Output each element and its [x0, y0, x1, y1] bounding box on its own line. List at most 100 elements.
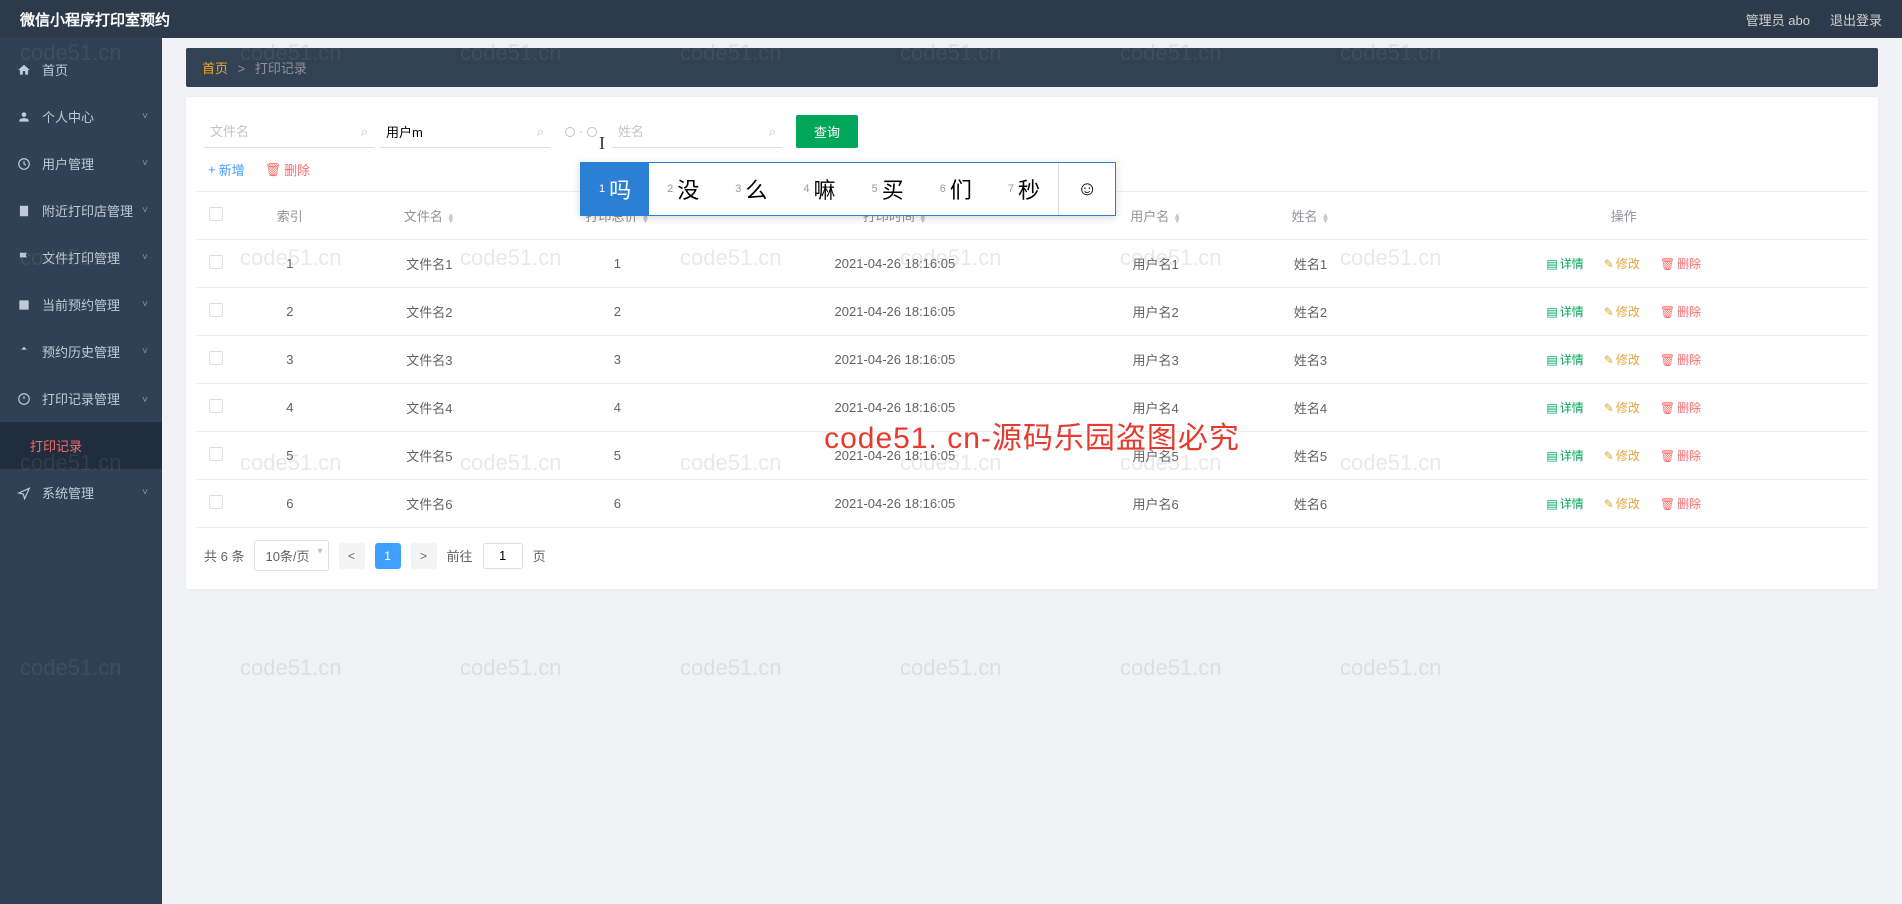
table-row: 5文件名552021-04-26 18:16:05用户名5姓名5▤ 详情✎ 修改…: [196, 432, 1868, 480]
row-delete-button[interactable]: 🗑 删除: [1660, 255, 1701, 272]
sidebar-item-首页[interactable]: 首页: [0, 46, 162, 93]
doc-icon: ▤: [1546, 401, 1557, 415]
query-button[interactable]: 查询: [796, 115, 858, 148]
sidebar-item-label: 首页: [42, 60, 68, 79]
sidebar-item-当前预约管理[interactable]: 当前预约管理 ˅: [0, 281, 162, 328]
sidebar-item-label: 系统管理: [42, 483, 94, 502]
chevron-down-icon: ˅: [142, 346, 148, 357]
row-checkbox[interactable]: [209, 351, 223, 365]
page-size-select[interactable]: 10条/页: [254, 540, 328, 571]
admin-label[interactable]: 管理员 abo: [1746, 10, 1810, 29]
row-checkbox[interactable]: [209, 255, 223, 269]
plus-icon: +: [208, 162, 216, 177]
detail-button[interactable]: ▤ 详情: [1546, 495, 1583, 512]
sidebar-item-预约历史管理[interactable]: 预约历史管理 ˅: [0, 328, 162, 375]
col-name[interactable]: 姓名▲▼: [1241, 192, 1379, 240]
sidebar-item-文件打印管理[interactable]: 文件打印管理˅: [0, 234, 162, 281]
home-icon: [16, 62, 32, 78]
detail-button[interactable]: ▤ 详情: [1546, 351, 1583, 368]
trash-icon: 🗑: [1660, 449, 1675, 463]
sort-icon: ▲▼: [1173, 213, 1181, 223]
edit-button[interactable]: ✎ 修改: [1604, 495, 1640, 512]
edit-icon: ✎: [1604, 449, 1614, 463]
search-icon: ⌕: [769, 124, 776, 140]
doc-icon: ▤: [1546, 305, 1557, 319]
ime-candidate-6[interactable]: 6们: [922, 163, 990, 215]
delete-button[interactable]: 🗑 删除: [265, 160, 311, 179]
row-delete-button[interactable]: 🗑 删除: [1660, 447, 1701, 464]
sidebar-item-label: 预约历史管理: [42, 342, 120, 361]
row-checkbox[interactable]: [209, 399, 223, 413]
ime-candidate-4[interactable]: 4嘛: [785, 163, 853, 215]
edit-icon: ✎: [1604, 257, 1614, 271]
filename-input[interactable]: [204, 116, 374, 148]
trash-icon: 🗑: [1660, 401, 1675, 415]
table-row: 1文件名112021-04-26 18:16:05用户名1姓名1▤ 详情✎ 修改…: [196, 240, 1868, 288]
name-input[interactable]: [612, 116, 782, 148]
ime-candidate-2[interactable]: 2没: [649, 163, 717, 215]
sidebar-item-label: 打印记录: [30, 436, 82, 455]
col-filename[interactable]: 文件名▲▼: [344, 192, 515, 240]
row-checkbox[interactable]: [209, 447, 223, 461]
col-index: 索引: [236, 192, 344, 240]
edit-button[interactable]: ✎ 修改: [1604, 255, 1640, 272]
add-button[interactable]: + 新增: [208, 160, 245, 179]
prev-page-button[interactable]: <: [339, 543, 365, 569]
ime-candidate-bar: 1吗2没3么4嘛5买6们7秒☺: [580, 162, 1116, 216]
table-row: 2文件名222021-04-26 18:16:05用户名2姓名2▤ 详情✎ 修改…: [196, 288, 1868, 336]
row-delete-button[interactable]: 🗑 删除: [1660, 351, 1701, 368]
nav-icon: [16, 485, 32, 501]
edit-button[interactable]: ✎ 修改: [1604, 351, 1640, 368]
trash-icon: 🗑: [1660, 353, 1675, 367]
row-checkbox[interactable]: [209, 303, 223, 317]
edit-button[interactable]: ✎ 修改: [1604, 303, 1640, 320]
sidebar-item-label: 个人中心: [42, 107, 94, 126]
ime-emoji-button[interactable]: ☺: [1058, 163, 1115, 215]
page-1-button[interactable]: 1: [375, 543, 401, 569]
chevron-down-icon: ˅: [142, 299, 148, 310]
detail-button[interactable]: ▤ 详情: [1546, 255, 1583, 272]
username-input[interactable]: [380, 116, 550, 148]
user-icon: [16, 109, 32, 125]
edit-icon: ✎: [1604, 305, 1614, 319]
goto-page-input[interactable]: [483, 543, 523, 569]
trash-icon: 🗑: [265, 162, 282, 178]
sidebar-item-个人中心[interactable]: 个人中心 ˅: [0, 93, 162, 140]
app-title: 微信小程序打印室预约: [20, 9, 170, 30]
select-all-checkbox[interactable]: [209, 207, 223, 221]
next-page-button[interactable]: >: [411, 543, 437, 569]
table-row: 3文件名332021-04-26 18:16:05用户名3姓名3▤ 详情✎ 修改…: [196, 336, 1868, 384]
sidebar-item-打印记录管理[interactable]: 打印记录管理˄: [0, 375, 162, 422]
sidebar-item-打印记录[interactable]: 打印记录: [0, 422, 162, 469]
breadcrumb-home[interactable]: 首页: [202, 61, 228, 76]
chevron-down-icon: ˅: [142, 158, 148, 169]
ime-candidate-5[interactable]: 5买: [854, 163, 922, 215]
date-range-input[interactable]: -: [556, 126, 606, 138]
chevron-down-icon: ˅: [142, 111, 148, 122]
edit-button[interactable]: ✎ 修改: [1604, 447, 1640, 464]
col-ops: 操作: [1380, 192, 1868, 240]
breadcrumb-current: 打印记录: [255, 61, 307, 76]
edit-icon: ✎: [1604, 497, 1614, 511]
sidebar-item-系统管理[interactable]: 系统管理 ˅: [0, 469, 162, 516]
row-delete-button[interactable]: 🗑 删除: [1660, 495, 1701, 512]
row-checkbox[interactable]: [209, 495, 223, 509]
records-table: 索引 文件名▲▼ 打印总价▲▼ 打印时间▲▼ 用户名▲▼ 姓名▲▼ 操作 1文件…: [196, 191, 1868, 528]
doc-icon: ▤: [1546, 449, 1557, 463]
ime-candidate-3[interactable]: 3么: [717, 163, 785, 215]
detail-button[interactable]: ▤ 详情: [1546, 447, 1583, 464]
sidebar-item-label: 文件打印管理: [42, 248, 120, 267]
row-delete-button[interactable]: 🗑 删除: [1660, 303, 1701, 320]
edit-button[interactable]: ✎ 修改: [1604, 399, 1640, 416]
sidebar-item-附近打印店管理[interactable]: 附近打印店管理˅: [0, 187, 162, 234]
detail-button[interactable]: ▤ 详情: [1546, 303, 1583, 320]
detail-button[interactable]: ▤ 详情: [1546, 399, 1583, 416]
sidebar-item-label: 当前预约管理: [42, 295, 120, 314]
sidebar-item-用户管理[interactable]: 用户管理˅: [0, 140, 162, 187]
doc-icon: ▤: [1546, 257, 1557, 271]
ime-candidate-1[interactable]: 1吗: [581, 163, 649, 215]
ime-candidate-7[interactable]: 7秒: [990, 163, 1058, 215]
logout-link[interactable]: 退出登录: [1830, 10, 1882, 29]
row-delete-button[interactable]: 🗑 删除: [1660, 399, 1701, 416]
chevron-down-icon: ˅: [142, 487, 148, 498]
